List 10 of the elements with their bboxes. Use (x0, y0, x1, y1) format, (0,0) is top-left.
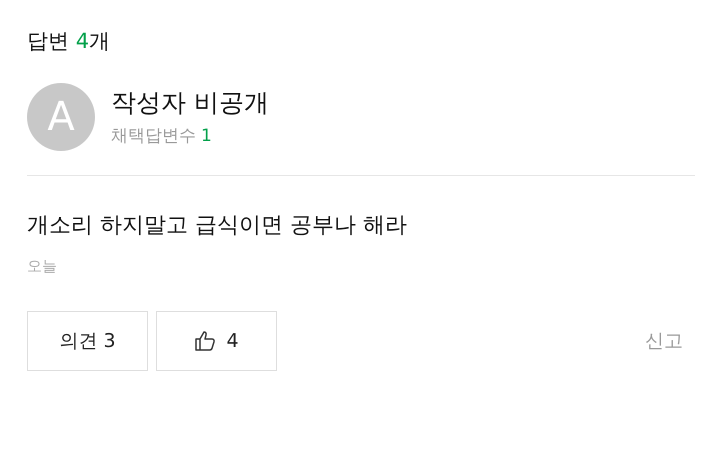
answer-text: 개소리 하지말고 급식이면 공부나 해라 (27, 212, 408, 240)
answer-count: 4 (76, 28, 90, 55)
comments-button[interactable]: 의견 3 (27, 311, 148, 371)
answers-heading: 답변 (27, 28, 69, 55)
like-button[interactable]: 4 (156, 311, 277, 371)
answer-count-unit: 개 (89, 28, 110, 55)
adopted-answers-label: 채택답변수 (111, 125, 196, 147)
adopted-answers-count: 1 (201, 125, 212, 147)
answer-date: 오늘 (27, 257, 58, 276)
author-name: 작성자 비공개 (111, 87, 269, 119)
